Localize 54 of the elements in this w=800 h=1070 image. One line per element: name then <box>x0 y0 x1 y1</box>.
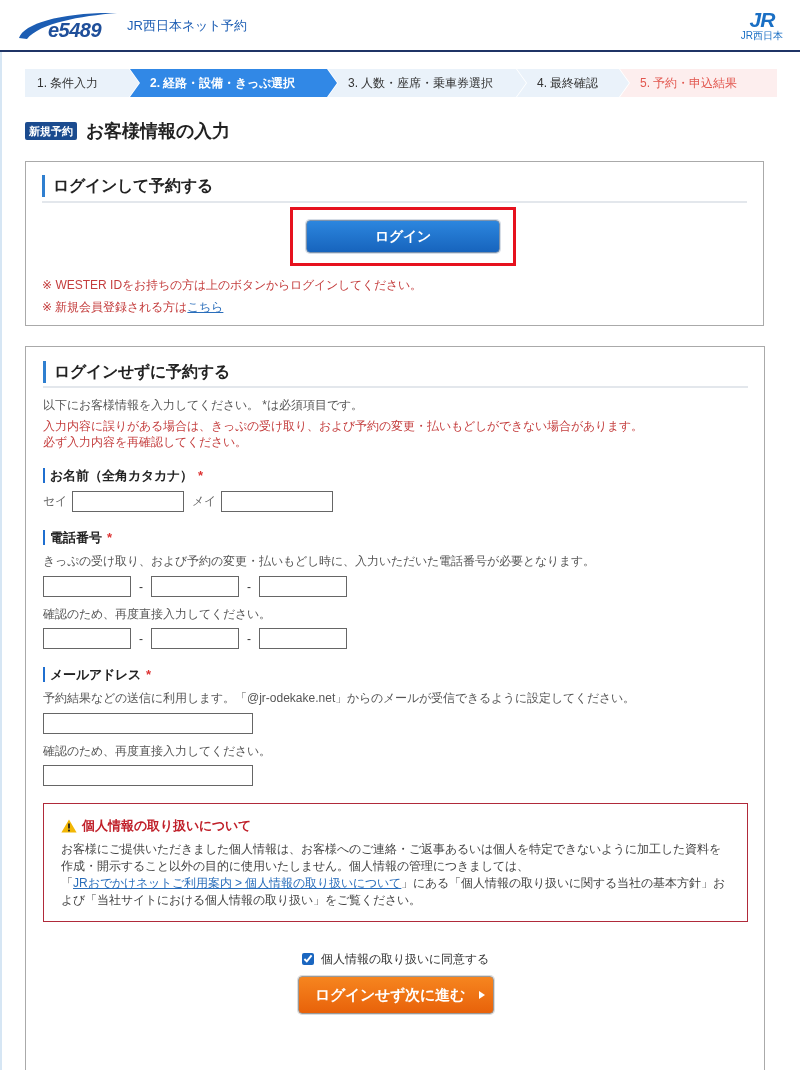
input-field[interactable] <box>43 765 253 786</box>
progress-step: 5. 予約・申込結果 <box>620 69 777 97</box>
section-heading: ログインせずに予約する <box>43 361 230 383</box>
input-field[interactable] <box>151 576 239 597</box>
register-link[interactable]: こちら <box>187 300 224 314</box>
warning-icon <box>61 819 77 833</box>
consent-label: 個人情報の取り扱いに同意する <box>321 950 489 968</box>
input-field[interactable] <box>221 491 333 512</box>
progress-step: 4. 最終確認 <box>517 69 629 97</box>
logo-text: e5489 <box>48 19 102 41</box>
input-field[interactable] <box>72 491 184 512</box>
section-heading: ログインして予約する <box>42 175 213 197</box>
privacy-text: お客様にご提供いただきました個人情報は、お客様へのご連絡・ご返事あるいは個人を特定できないように加工した資料を作成・開示すること以外の目的に使用いたしません。個人情報の管理につきましては、「JRおでかけネットご利用案内 > 個人情報の取り扱いについて」にある「個人情報の取り扱いに関する当社の基本方針」および「当社サイトにおける個人情報の取り扱い」をご覧ください。 <box>61 841 727 909</box>
privacy-policy-link[interactable]: JRおでかけネットご利用案内 > 個人情報の取り扱いについて <box>73 876 402 890</box>
hint-text: 確認のため、再度直接入力してください。 <box>43 743 272 759</box>
field-label: お名前（全角カタカナ） <box>43 467 193 483</box>
brand-caption: JR西日本 <box>740 29 783 41</box>
hyphen-text: - <box>138 579 144 594</box>
field-label: 電話番号 <box>43 529 102 545</box>
required-mark: * <box>146 666 152 682</box>
warning-text: 必ず入力内容を再確認してください。 <box>43 434 248 450</box>
hyphen-text: - <box>246 579 252 594</box>
privacy-title: 個人情報の取り扱いについて <box>82 817 251 835</box>
field-label: メールアドレス <box>43 666 141 682</box>
input-field[interactable] <box>151 628 239 649</box>
next-button[interactable]: ログインせず次に進む <box>297 976 494 1014</box>
intro-text: 以下にお客様情報を入力してください。 *は必須項目です。 <box>43 397 364 413</box>
site-title: JR西日本ネット予約 <box>127 17 247 35</box>
input-field[interactable] <box>259 576 347 597</box>
input-prefix: メイ <box>192 493 216 510</box>
required-mark: * <box>107 529 113 545</box>
login-button[interactable]: ログイン <box>305 220 500 253</box>
note-text: ※ 新規会員登録される方はこちら <box>42 299 225 315</box>
consent-checkbox[interactable] <box>302 953 314 965</box>
hyphen-text: - <box>138 631 144 646</box>
hyphen-text: - <box>246 631 252 646</box>
input-field[interactable] <box>43 628 131 649</box>
hint-text: 確認のため、再度直接入力してください。 <box>43 606 272 622</box>
tag-label: 新規予約 <box>25 122 77 140</box>
input-prefix: セイ <box>43 493 67 510</box>
caret-icon <box>478 991 485 999</box>
progress-step: 3. 人数・座席・乗車券選択 <box>328 69 526 97</box>
progress-step: 2. 経路・設備・きっぷ選択 <box>130 69 337 97</box>
progress-step: 1. 条件入力 <box>25 69 139 97</box>
hint-text: きっぷの受け取り、および予約の変更・払いもどし時に、入力いただいた電話番号が必要となります。 <box>43 553 596 569</box>
page-title: お客様情報の入力 <box>86 120 230 142</box>
input-field[interactable] <box>259 628 347 649</box>
hint-text: 予約結果などの送信に利用します。「@jr-odekake.net」からのメールが受信できるように設定してください。 <box>43 690 637 706</box>
required-mark: * <box>198 467 204 483</box>
warning-text: 入力内容に誤りがある場合は、きっぷの受け取り、および予約の変更・払いもどしができない場合があります。 <box>43 418 644 434</box>
brand-mark-text: JR <box>749 9 775 30</box>
note-text: ※ WESTER IDをお持ちの方は上のボタンからログインしてください。 <box>42 277 424 293</box>
input-field[interactable] <box>43 713 253 734</box>
input-field[interactable] <box>43 576 131 597</box>
